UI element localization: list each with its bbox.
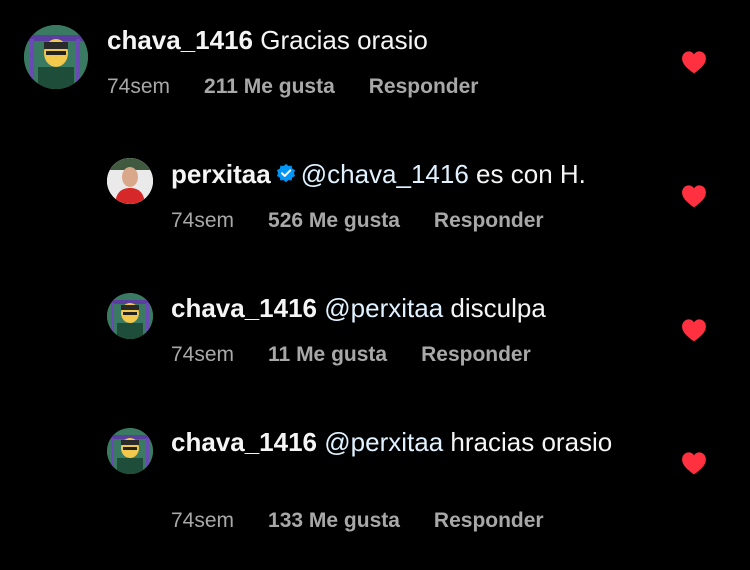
mention-link[interactable]: @chava_1416: [301, 159, 469, 189]
timestamp: 74sem: [171, 209, 235, 232]
comment-text: es con H.: [476, 159, 586, 189]
heart-filled-icon[interactable]: [681, 318, 707, 342]
avatar[interactable]: [107, 158, 153, 204]
avatar-chava-image: [24, 25, 88, 89]
username[interactable]: chava_1416: [171, 427, 317, 457]
comment-text: disculpa: [450, 293, 546, 323]
avatar-chava-image: [107, 293, 153, 339]
username[interactable]: chava_1416: [107, 25, 253, 55]
timestamp: 74sem: [171, 509, 235, 532]
mention-link[interactable]: @perxitaa: [324, 427, 443, 457]
reply-button[interactable]: Responder: [434, 209, 544, 233]
comment-4: chava_1416 @perxitaa hracias orasio 74se…: [0, 410, 750, 560]
avatar[interactable]: [107, 428, 153, 474]
reply-button[interactable]: Responder: [434, 509, 544, 533]
likes-count[interactable]: 133 Me gusta: [268, 509, 400, 533]
avatar-perxitaa-image: [107, 158, 153, 204]
heart-filled-icon[interactable]: [681, 50, 707, 74]
likes-count[interactable]: 211 Me gusta: [204, 75, 335, 99]
comment-1: chava_1416 Gracias orasio 74sem 211 Me g…: [0, 0, 750, 110]
timestamp: 74sem: [171, 343, 235, 366]
likes-count[interactable]: 526 Me gusta: [268, 209, 400, 233]
comment-2: perxitaa @chava_1416 es con H. 74sem 526 …: [0, 140, 750, 250]
comment-text: Gracias orasio: [260, 25, 428, 55]
avatar[interactable]: [107, 293, 153, 339]
reply-button[interactable]: Responder: [369, 75, 479, 99]
comment-3: chava_1416 @perxitaa disculpa 74sem 11 M…: [0, 275, 750, 385]
avatar-chava-image: [107, 428, 153, 474]
comment-text: hracias orasio: [450, 427, 613, 457]
reply-button[interactable]: Responder: [421, 343, 531, 367]
timestamp: 74sem: [107, 75, 171, 98]
heart-filled-icon[interactable]: [681, 451, 707, 475]
avatar[interactable]: [24, 25, 88, 89]
username[interactable]: perxitaa: [171, 159, 271, 189]
heart-filled-icon[interactable]: [681, 184, 707, 208]
mention-link[interactable]: @perxitaa: [324, 293, 443, 323]
verified-badge-icon: [276, 163, 295, 183]
username[interactable]: chava_1416: [171, 293, 317, 323]
likes-count[interactable]: 11 Me gusta: [268, 343, 387, 367]
